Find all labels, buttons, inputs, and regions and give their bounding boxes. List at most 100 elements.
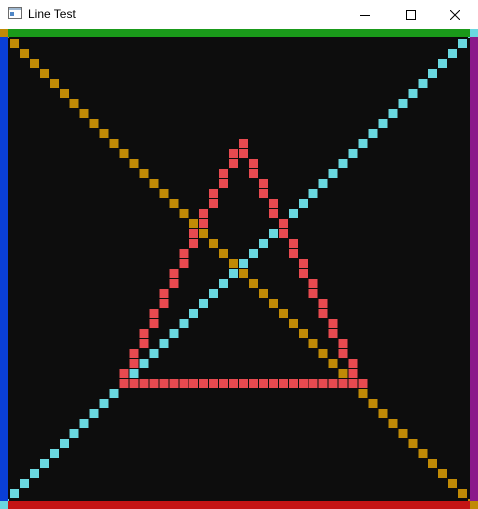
line-pixel — [219, 169, 229, 178]
close-button[interactable] — [432, 0, 478, 29]
line-pixel — [169, 279, 179, 288]
line-pixel — [209, 289, 219, 298]
line-pixel — [308, 339, 318, 348]
line-pixel — [358, 139, 368, 148]
line-pixel — [278, 309, 288, 318]
line-pixel — [318, 299, 328, 308]
line-pixel — [149, 379, 159, 388]
line-pixel — [49, 79, 59, 88]
line-pixel — [119, 149, 129, 158]
line-pixel — [458, 39, 468, 48]
line-pixel — [229, 159, 239, 168]
line-pixel — [428, 459, 438, 468]
line-pixel — [189, 379, 199, 388]
line-pixel — [458, 489, 468, 498]
line-pixel — [179, 249, 189, 258]
line-pixel — [268, 379, 278, 388]
line-pixel — [189, 309, 199, 318]
line-pixel — [59, 89, 69, 98]
line-pixel — [149, 179, 159, 188]
line-pixel — [9, 39, 19, 48]
line-pixel — [328, 329, 338, 338]
line-pixel — [328, 169, 338, 178]
line-pixel — [408, 89, 418, 98]
line-pixel — [129, 159, 139, 168]
line-pixel — [229, 379, 239, 388]
border-right — [470, 29, 478, 509]
line-pixel — [278, 219, 288, 228]
maximize-button[interactable] — [388, 0, 434, 29]
line-pixel — [368, 399, 378, 408]
line-pixel — [29, 469, 39, 478]
line-pixel — [268, 209, 278, 218]
line-pixel — [278, 229, 288, 238]
line-pixel — [119, 369, 129, 378]
line-pixel — [438, 59, 448, 68]
line-pixel — [408, 439, 418, 448]
line-pixel — [119, 379, 129, 388]
line-pixel — [89, 409, 99, 418]
line-pixel — [219, 379, 229, 388]
line-pixel — [39, 69, 49, 78]
line-pixel — [209, 239, 219, 248]
line-pixel — [248, 159, 258, 168]
line-pixel — [159, 379, 169, 388]
line-pixel — [448, 479, 458, 488]
line-pixel — [149, 319, 159, 328]
line-pixel — [318, 179, 328, 188]
drawing-canvas — [0, 29, 478, 509]
line-pixel — [448, 49, 458, 58]
app-window: Line Test — [0, 0, 478, 509]
line-pixel — [308, 379, 318, 388]
line-pixel — [129, 369, 139, 378]
line-pixel — [39, 459, 49, 468]
border-bottom — [0, 501, 478, 509]
line-pixel — [189, 239, 199, 248]
line-pixel — [348, 149, 358, 158]
line-pixel — [318, 349, 328, 358]
line-pixel — [278, 379, 288, 388]
line-pixel — [328, 319, 338, 328]
line-pixel — [288, 379, 298, 388]
line-pixel — [99, 129, 109, 138]
line-pixel — [169, 269, 179, 278]
line-pixel — [298, 199, 308, 208]
line-pixel — [258, 289, 268, 298]
line-pixel — [348, 359, 358, 368]
line-pixel — [199, 219, 209, 228]
line-pixel — [159, 289, 169, 298]
line-pixel — [248, 169, 258, 178]
maximize-icon — [406, 9, 416, 20]
line-pixel — [169, 329, 179, 338]
line-pixel — [199, 209, 209, 218]
app-window-icon — [8, 7, 22, 19]
line-pixel — [99, 399, 109, 408]
line-pixel — [318, 309, 328, 318]
line-pixel — [398, 429, 408, 438]
line-pixel — [308, 189, 318, 198]
line-pixel — [398, 99, 408, 108]
corner-pixel — [0, 501, 8, 509]
line-pixel — [129, 349, 139, 358]
line-pixel — [328, 359, 338, 368]
line-pixel — [139, 169, 149, 178]
border-left — [0, 29, 8, 509]
title-bar[interactable]: Line Test — [0, 0, 478, 29]
line-pixel — [239, 379, 248, 388]
line-pixel — [229, 259, 239, 268]
line-pixel — [338, 349, 348, 358]
line-pixel — [59, 439, 69, 448]
line-pixel — [79, 109, 89, 118]
line-pixel — [258, 179, 268, 188]
line-pixel — [288, 209, 298, 218]
line-pixel — [438, 469, 448, 478]
line-pixel — [418, 79, 428, 88]
line-pixel — [69, 99, 79, 108]
line-pixel — [199, 379, 209, 388]
line-pixel — [19, 49, 29, 58]
line-pixel — [298, 269, 308, 278]
line-pixel — [248, 249, 258, 258]
line-pixel — [89, 119, 99, 128]
minimize-button[interactable] — [342, 0, 388, 29]
line-pixel — [209, 199, 219, 208]
